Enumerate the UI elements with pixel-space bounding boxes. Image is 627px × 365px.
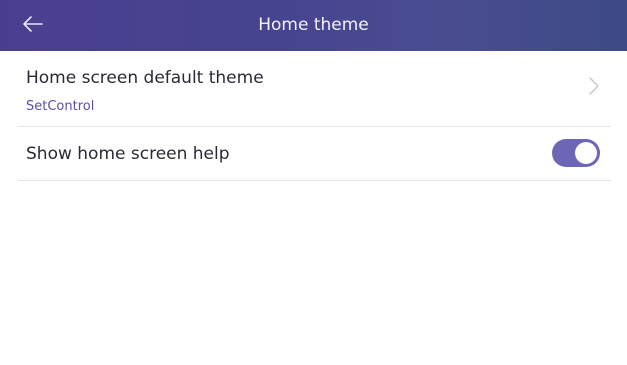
setting-title: Home screen default theme [26,68,264,88]
arrow-left-icon [22,15,44,37]
chevron-right-icon [589,77,599,99]
back-button[interactable] [18,11,48,41]
setting-value: SetControl [26,99,95,114]
show-help-toggle[interactable] [552,139,600,167]
app-header: Home theme [0,0,627,51]
setting-row-default-theme[interactable]: Home screen default theme SetControl [18,51,611,127]
page-title: Home theme [258,15,369,35]
setting-title: Show home screen help [26,144,230,164]
setting-row-show-help[interactable]: Show home screen help [18,127,611,181]
toggle-knob [575,142,597,164]
